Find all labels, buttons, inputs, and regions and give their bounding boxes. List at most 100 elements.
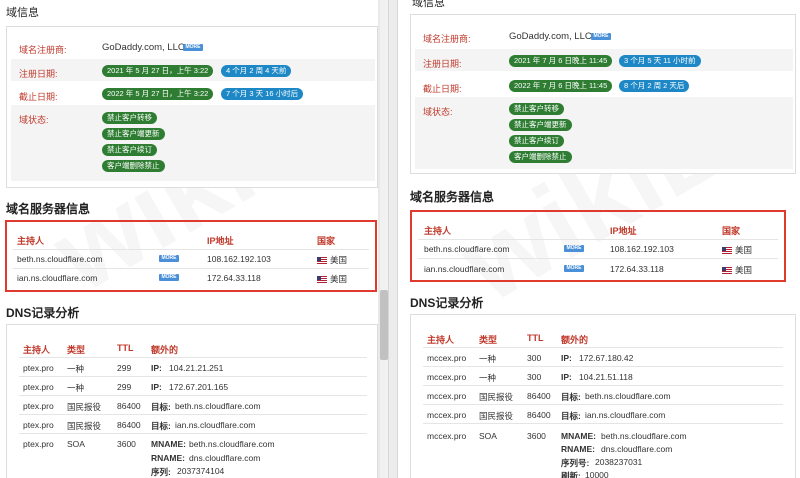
dns-type: 一种 bbox=[67, 383, 85, 393]
dns-host: ptex.pro bbox=[23, 439, 54, 449]
registrar-label: 域名注册商: bbox=[19, 45, 67, 55]
dns-header-type: 类型 bbox=[67, 345, 86, 355]
registration-ago-badge: 3 个月 5 天 11 小时前 bbox=[619, 55, 701, 67]
status-badge: 禁止客户续订 bbox=[102, 144, 157, 156]
dns-ttl: 86400 bbox=[527, 410, 551, 420]
dns-host: mccex.pro bbox=[427, 410, 467, 420]
dns-type: SOA bbox=[479, 431, 497, 441]
dns-host: mccex.pro bbox=[427, 391, 467, 401]
status-badge: 禁止客户转移 bbox=[509, 103, 564, 115]
dns-extra-value: dns.cloudflare.com bbox=[601, 444, 673, 454]
dns-header-extra: 额外的 bbox=[561, 335, 589, 345]
expiry-date-label: 截止日期: bbox=[423, 84, 462, 94]
ns-ip: 108.162.192.103 bbox=[610, 244, 674, 254]
dns-extra-key: 序列: bbox=[151, 467, 171, 477]
left-scrollbar[interactable] bbox=[380, 0, 388, 478]
dns-ttl: 3600 bbox=[527, 431, 546, 441]
ns-country: 美国 bbox=[722, 264, 752, 276]
dns-extra-key: MNAME: bbox=[561, 431, 596, 441]
dns-ttl: 86400 bbox=[117, 401, 141, 411]
registrar-label: 域名注册商: bbox=[423, 34, 471, 44]
ns-more-button[interactable]: MORE bbox=[159, 255, 179, 262]
registrar-value: GoDaddy.com, LLC bbox=[102, 42, 185, 53]
us-flag-icon bbox=[317, 276, 327, 283]
dns-header-ttl: TTL bbox=[527, 333, 544, 343]
registration-date-label: 注册日期: bbox=[19, 69, 58, 79]
ns-more-button[interactable]: MORE bbox=[159, 274, 179, 281]
status-badge: 禁止客户端更新 bbox=[509, 119, 572, 131]
dns-extra-key: 目标: bbox=[561, 392, 581, 402]
ns-more-button[interactable]: MORE bbox=[564, 265, 584, 272]
ns-ip: 108.162.192.103 bbox=[207, 254, 271, 264]
dns-extra-value: beth.ns.cloudflare.com bbox=[601, 431, 687, 441]
expiry-left-badge: 8 个月 2 周 2 天后 bbox=[619, 80, 690, 92]
expiry-date-badge: 2022 年 5 月 27 日，上午 3:22 bbox=[102, 88, 214, 100]
dns-type: 国民报役 bbox=[67, 421, 102, 431]
status-badge: 禁止客户转移 bbox=[102, 112, 157, 124]
dns-ttl: 300 bbox=[527, 372, 542, 382]
dns-extra-key: 序列号: bbox=[561, 458, 590, 468]
registrar-value: GoDaddy.com, LLC bbox=[509, 31, 592, 42]
dns-extra-key: 目标: bbox=[151, 402, 171, 412]
dns-extra-value: 2037374104 bbox=[177, 466, 225, 476]
dns-ttl: 300 bbox=[527, 353, 542, 363]
dns-host: ptex.pro bbox=[23, 382, 54, 392]
dns-host: ptex.pro bbox=[23, 401, 54, 411]
dns-table: 主持人 类型 TTL 额外的 mccex.pro 一种 300 IP: 172.… bbox=[410, 314, 796, 478]
left-scrollbar-thumb[interactable] bbox=[380, 290, 388, 360]
dns-title: DNS记录分析 bbox=[6, 306, 80, 320]
nameserver-highlight: 主持人 IP地址 国家 beth.ns.cloudflare.com MORE … bbox=[410, 210, 786, 282]
status-label: 域状态: bbox=[423, 107, 453, 117]
nameserver-highlight: 主持人 IP地址 国家 beth.ns.cloudflare.com MORE … bbox=[5, 220, 377, 292]
dns-extra-key: RNAME: bbox=[561, 444, 595, 454]
dns-host: mccex.pro bbox=[427, 372, 467, 382]
dns-host: ptex.pro bbox=[23, 420, 54, 430]
ns-country: 美国 bbox=[317, 273, 347, 285]
dns-extra-value: beth.ns.cloudflare.com bbox=[189, 439, 275, 449]
dns-extra-key: IP: bbox=[151, 363, 162, 373]
registrar-more-button[interactable]: MORE bbox=[183, 44, 203, 51]
expiry-date-badge: 2022 年 7 月 6 日晚上 11:45 bbox=[509, 80, 613, 92]
ns-more-button[interactable]: MORE bbox=[564, 245, 584, 252]
dns-header-extra: 额外的 bbox=[151, 345, 179, 355]
dns-host: mccex.pro bbox=[427, 431, 467, 441]
status-badge: 客户端删除禁止 bbox=[509, 151, 572, 163]
ns-host: beth.ns.cloudflare.com bbox=[424, 244, 510, 254]
ns-ip: 172.64.33.118 bbox=[610, 264, 664, 274]
dns-table: 主持人 类型 TTL 额外的 ptex.pro 一种 299 IP: 104.2… bbox=[6, 324, 378, 478]
dns-extra-value: 172.67.201.165 bbox=[169, 382, 229, 392]
us-flag-icon bbox=[722, 247, 732, 254]
ns-ip: 172.64.33.118 bbox=[207, 273, 261, 283]
registration-date-label: 注册日期: bbox=[423, 59, 462, 69]
expiry-date-label: 截止日期: bbox=[19, 92, 58, 102]
us-flag-icon bbox=[317, 257, 327, 264]
registrar-more-button[interactable]: MORE bbox=[591, 33, 611, 40]
pane-divider bbox=[388, 0, 398, 478]
dns-header-ttl: TTL bbox=[117, 343, 134, 353]
dns-type: 一种 bbox=[479, 373, 497, 383]
nameserver-title: 域名服务器信息 bbox=[410, 190, 495, 204]
us-flag-icon bbox=[722, 267, 732, 274]
ns-country: 美国 bbox=[317, 254, 347, 266]
dns-extra-key: IP: bbox=[561, 353, 572, 363]
left-panel: wikiBit 域信息 域名注册商: GoDaddy.com, LLC MORE… bbox=[0, 0, 378, 478]
dns-header-host: 主持人 bbox=[23, 345, 51, 355]
ns-header-host: 主持人 bbox=[17, 236, 45, 246]
dns-type: SOA bbox=[67, 439, 85, 449]
expiry-left-badge: 7 个月 3 天 16 小时后 bbox=[221, 88, 304, 100]
ns-host: ian.ns.cloudflare.com bbox=[424, 264, 505, 274]
dns-extra-value: 104.21.21.251 bbox=[169, 363, 224, 373]
dns-extra-value: 2038237031 bbox=[595, 457, 643, 467]
dns-extra-value: beth.ns.cloudflare.com bbox=[175, 401, 261, 411]
right-panel: wikiBit 域信息 域名注册商: GoDaddy.com, LLC MORE… bbox=[398, 0, 800, 478]
domain-info-box: 域名注册商: GoDaddy.com, LLC MORE 注册日期: 2021 … bbox=[410, 14, 796, 174]
dns-extra-key: RNAME: bbox=[151, 453, 185, 463]
registration-ago-badge: 4 个月 2 周 4 天前 bbox=[221, 65, 292, 77]
dns-extra-key: IP: bbox=[561, 372, 572, 382]
domain-info-title: 域信息 bbox=[6, 7, 39, 19]
dns-extra-value: ian.ns.cloudflare.com bbox=[175, 420, 256, 430]
dns-ttl: 86400 bbox=[117, 420, 141, 430]
ns-header-country: 国家 bbox=[722, 226, 741, 236]
dns-header-type: 类型 bbox=[479, 335, 498, 345]
dns-host: ptex.pro bbox=[23, 363, 54, 373]
